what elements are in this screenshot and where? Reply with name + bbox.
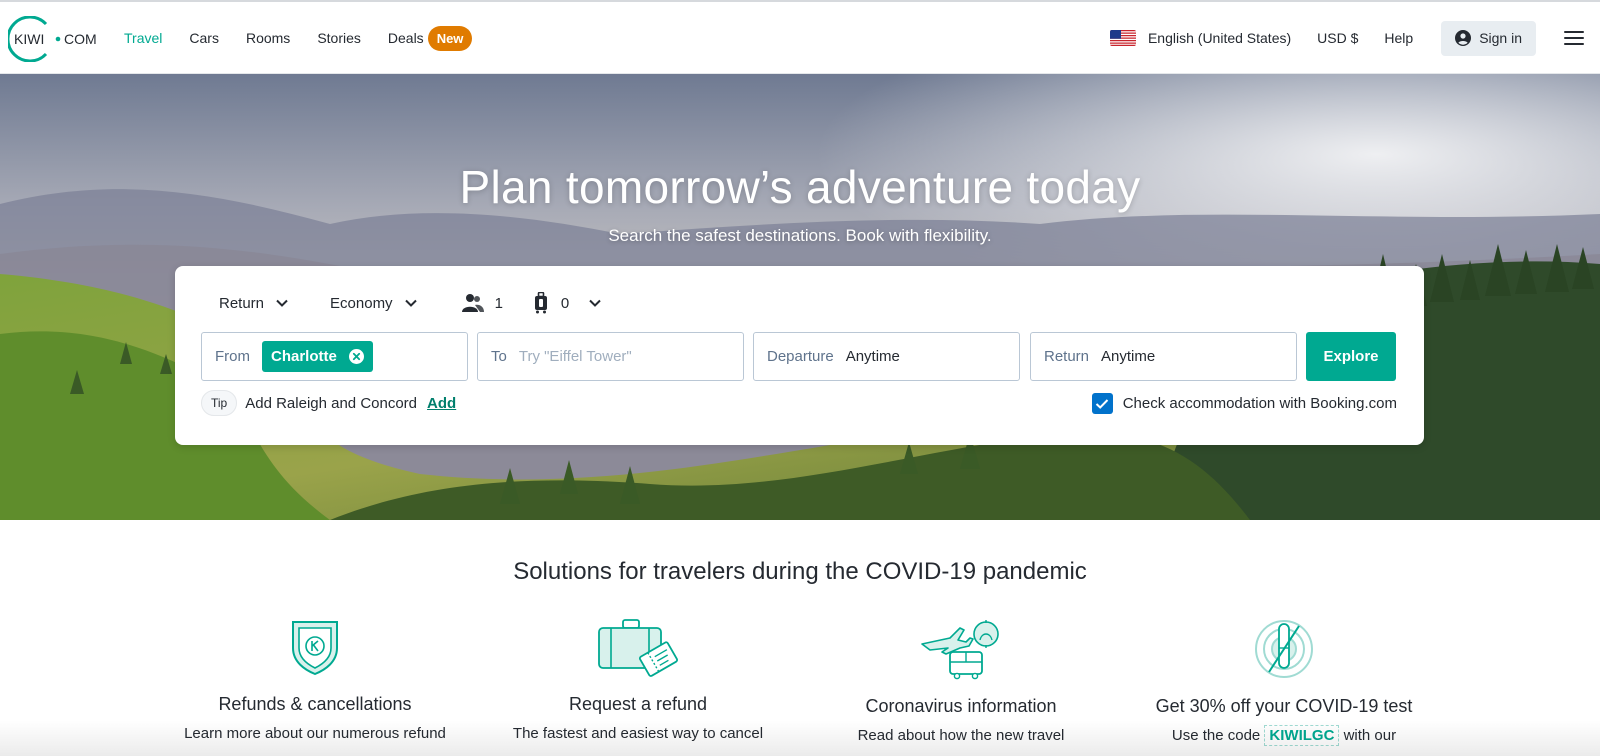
solutions-heading: Solutions for travelers during the COVID…: [513, 558, 1087, 585]
solution-text: Use the code KIWILGC with our: [1134, 725, 1434, 746]
solution-title: Request a refund: [568, 694, 708, 714]
solution-coronavirus-info[interactable]: Coronavirus information Read about how t…: [811, 618, 1111, 744]
origin-chip[interactable]: Charlotte: [262, 341, 373, 372]
language-selector[interactable]: English (United States): [1109, 30, 1292, 46]
cabin-bag-icon: [534, 292, 547, 314]
hero-subtitle: Search the safest destinations. Book wit…: [608, 226, 992, 245]
nav-stories[interactable]: Stories: [317, 30, 361, 46]
from-label: From: [215, 348, 250, 365]
kiwi-logo[interactable]: KIWI COM: [6, 15, 102, 63]
solution-covid-test[interactable]: Get 30% off your COVID-19 test Use the c…: [1134, 618, 1434, 746]
departure-label: Departure: [767, 348, 834, 365]
passenger-count: 1: [494, 294, 503, 312]
trip-type-value: Return: [219, 294, 265, 312]
currency-selector[interactable]: USD $: [1317, 30, 1358, 46]
return-value: Anytime: [1101, 348, 1156, 365]
promo-text-before: Use the code: [1171, 727, 1261, 744]
tip-text: Add Raleigh and Concord: [245, 394, 418, 412]
origin-chip-label: Charlotte: [271, 348, 337, 365]
solution-text: The fastest and easiest way to cancel: [512, 725, 764, 742]
solution-request-refund[interactable]: Request a refund The fastest and easiest…: [488, 618, 788, 742]
trip-type-select[interactable]: Return: [219, 295, 288, 312]
from-field[interactable]: From Charlotte: [201, 332, 468, 381]
hamburger-menu-icon[interactable]: [1564, 31, 1584, 45]
to-field[interactable]: To Try "Eiffel Tower": [477, 332, 744, 381]
booking-checkbox-label: Check accommodation with Booking.com: [1122, 395, 1397, 412]
search-options-row: Return Economy 1 0: [219, 289, 601, 317]
shield-k-icon: [292, 621, 338, 676]
nav-cars[interactable]: Cars: [189, 30, 219, 46]
luggage-ticket-icon: [598, 619, 679, 677]
site-header: KIWI COM Travel Cars Rooms Stories Deals…: [0, 2, 1600, 74]
test-tube-icon: [1255, 620, 1313, 678]
solution-text: Learn more about our numerous refund: [184, 725, 446, 742]
solution-refunds[interactable]: Refunds & cancellations Learn more about…: [165, 618, 465, 742]
promo-text-after: with our: [1343, 727, 1397, 744]
header-right: English (United States) USD $ Help Sign …: [1109, 2, 1600, 74]
search-form: Return Economy 1 0 From Charlotte To Try…: [175, 266, 1424, 445]
add-airports-link[interactable]: Add: [427, 395, 456, 412]
us-flag-icon: [1109, 30, 1136, 46]
chevron-down-icon: [589, 299, 601, 307]
cabin-class-value: Economy: [330, 294, 393, 312]
svg-text:KIWI: KIWI: [14, 31, 44, 47]
nav-deals-group: Deals New: [388, 25, 473, 51]
explore-button[interactable]: Explore: [1306, 332, 1396, 381]
solution-title: Get 30% off your COVID-19 test: [1155, 696, 1413, 716]
hero-title: Plan tomorrow’s adventure today: [459, 161, 1141, 213]
promo-code[interactable]: KIWILGC: [1264, 725, 1340, 746]
solution-title: Coronavirus information: [865, 696, 1057, 716]
return-field[interactable]: Return Anytime: [1030, 332, 1297, 381]
help-link[interactable]: Help: [1384, 30, 1413, 46]
sign-in-label: Sign in: [1479, 30, 1522, 46]
user-icon: [1455, 30, 1472, 46]
tip-row: Tip Add Raleigh and Concord Add: [201, 390, 456, 416]
nav-deals[interactable]: Deals: [388, 30, 424, 46]
checkmark-icon: [1096, 398, 1109, 409]
plane-bus-icon: [921, 620, 999, 680]
chevron-down-icon: [404, 299, 417, 307]
nav-travel[interactable]: Travel: [124, 30, 162, 46]
nav-rooms[interactable]: Rooms: [246, 30, 290, 46]
bag-count: 0: [560, 294, 570, 312]
booking-checkbox-row: Check accommodation with Booking.com: [1091, 393, 1397, 414]
sign-in-button[interactable]: Sign in: [1441, 20, 1536, 56]
language-label: English (United States): [1147, 30, 1292, 46]
passengers-bags-select[interactable]: 1 0: [461, 292, 602, 314]
solution-title: Refunds & cancellations: [218, 694, 412, 714]
departure-field[interactable]: Departure Anytime: [753, 332, 1020, 381]
tip-badge: Tip: [201, 390, 238, 416]
booking-checkbox[interactable]: [1091, 393, 1113, 414]
solution-text: Read about how the new travel: [857, 727, 1065, 744]
passengers-icon: [461, 294, 484, 312]
remove-chip-close-icon[interactable]: [348, 349, 364, 364]
cabin-class-select[interactable]: Economy: [330, 295, 417, 312]
to-label: To: [491, 348, 507, 365]
svg-text:COM: COM: [64, 31, 97, 47]
new-badge: New: [427, 25, 473, 51]
return-label: Return: [1044, 348, 1090, 365]
chevron-down-icon: [276, 299, 288, 307]
main-nav: Travel Cars Rooms Stories Deals New: [124, 2, 473, 74]
to-placeholder: Try "Eiffel Tower": [518, 348, 632, 365]
departure-value: Anytime: [845, 348, 900, 365]
